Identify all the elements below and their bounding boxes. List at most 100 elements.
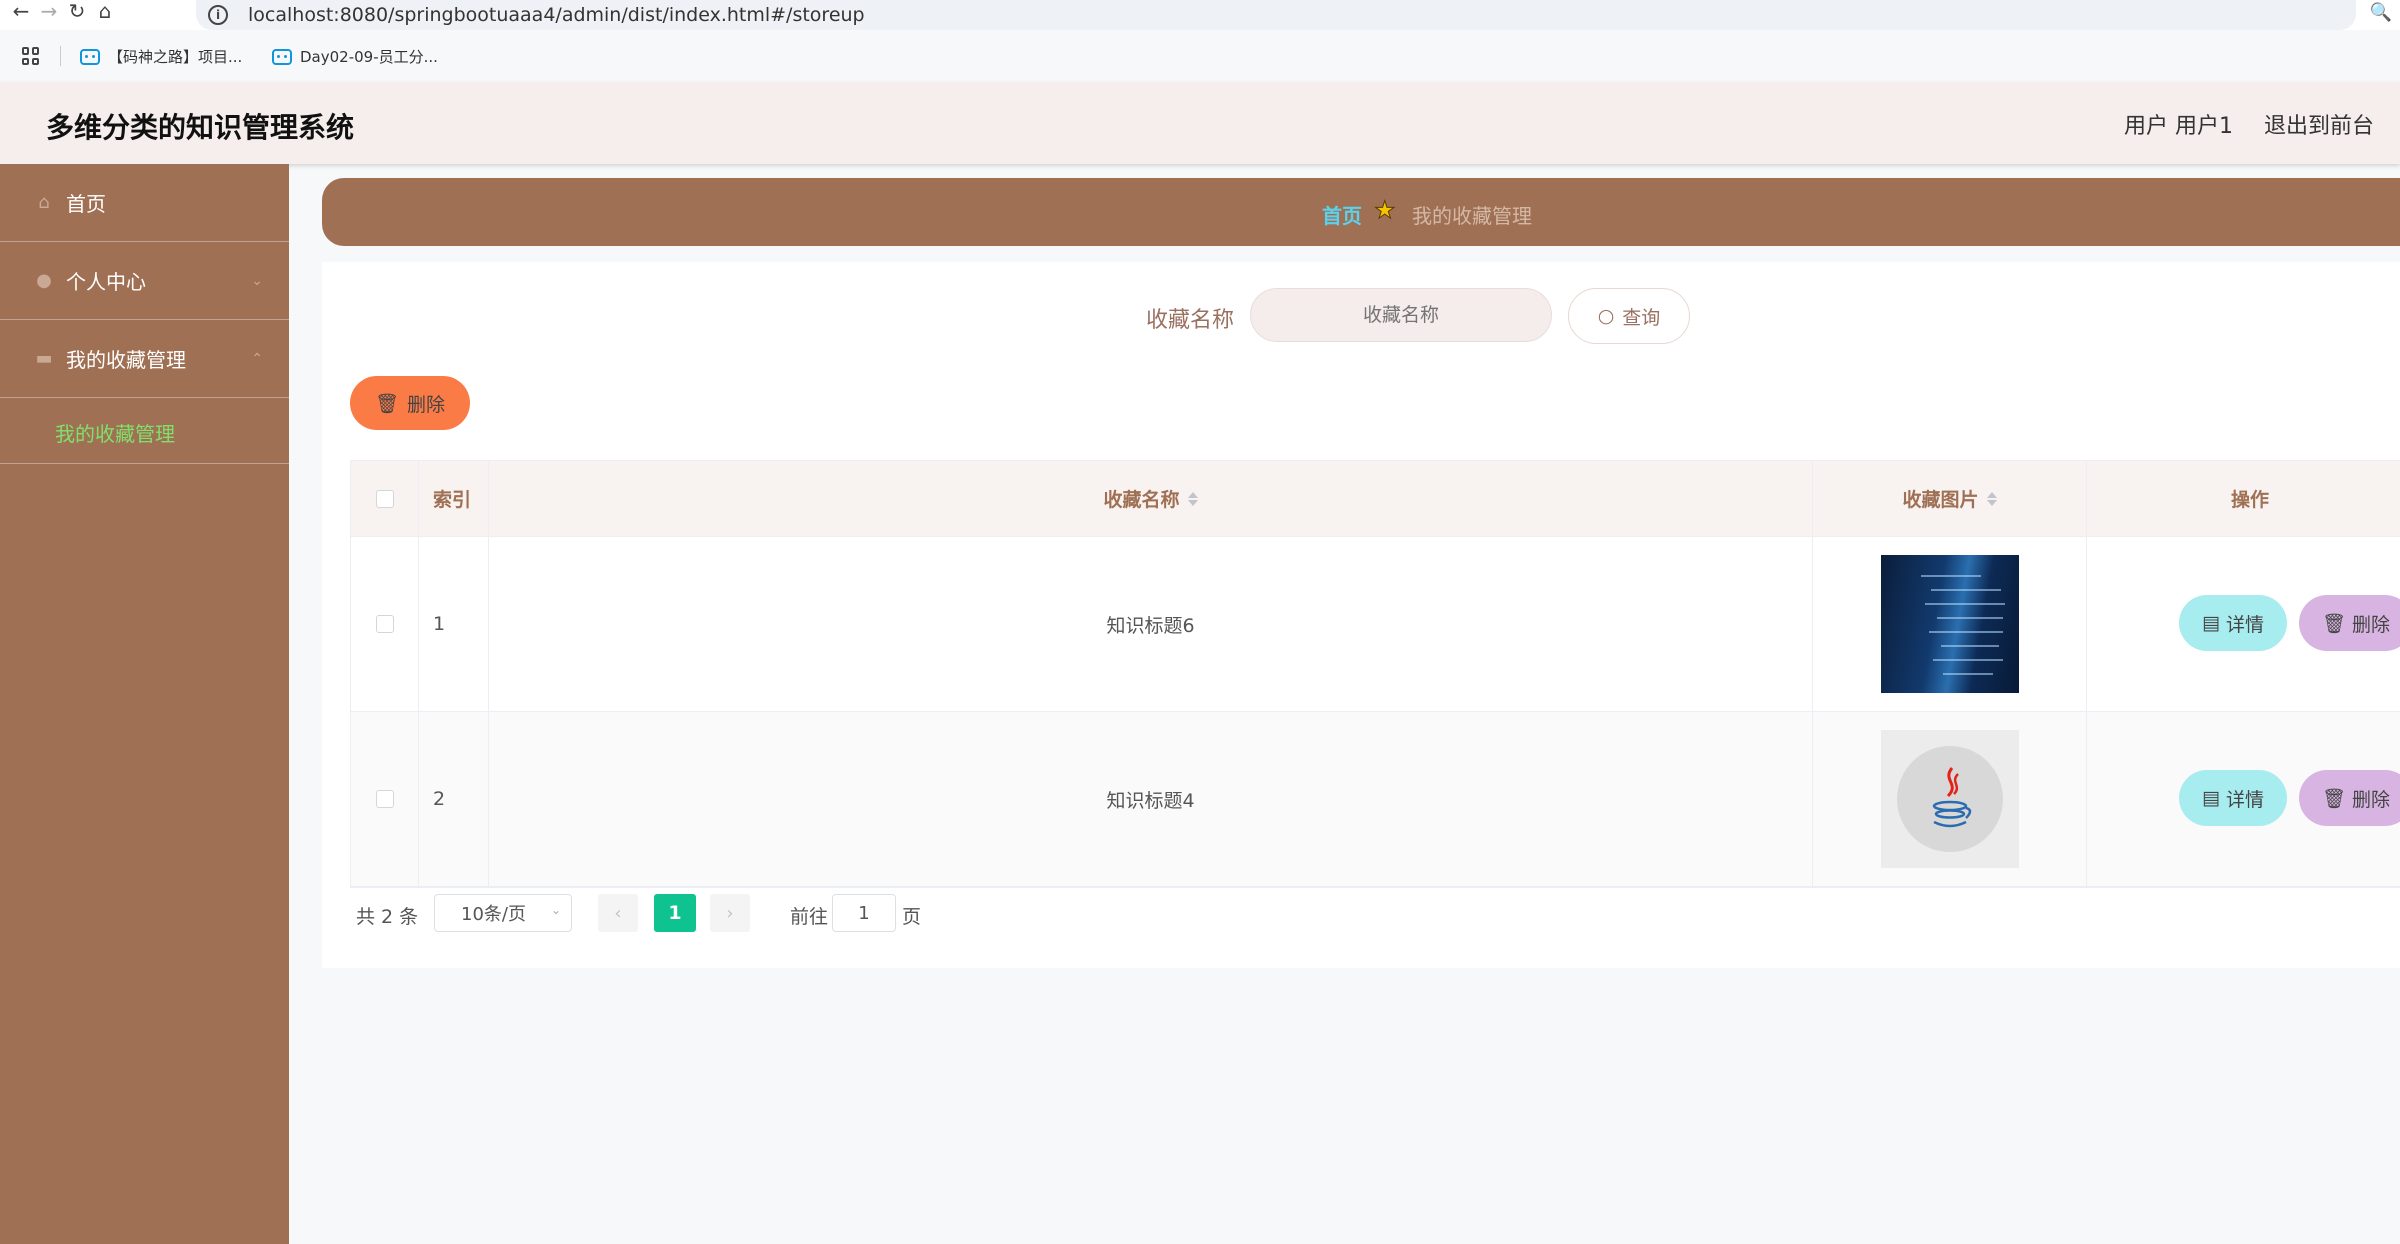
sort-icon[interactable] xyxy=(1187,491,1198,506)
pagination: 共 2 条 10条/页 ⌄ ‹ 1 › 前往 页 xyxy=(322,894,1222,934)
document-icon: ▤ xyxy=(2202,787,2220,809)
delete-label: 删除 xyxy=(2352,613,2391,636)
next-page-button[interactable]: › xyxy=(710,894,750,932)
zoom-icon[interactable]: 🔍 xyxy=(2370,2,2392,23)
trash-icon: 🗑 xyxy=(374,392,400,415)
app-header: 多维分类的知识管理系统 用户 用户1 退出到前台 xyxy=(0,82,2400,164)
home-browser-icon[interactable]: ⌂ xyxy=(90,0,120,23)
monitor-icon: ▬ xyxy=(35,348,53,369)
search-icon: ○ xyxy=(1597,305,1615,327)
detail-button[interactable]: ▤ 详情 xyxy=(2179,770,2287,826)
header-ops: 操作 xyxy=(2230,489,2269,511)
bilibili-icon xyxy=(80,48,100,65)
delete-label: 删除 xyxy=(2352,788,2391,811)
sidebar-subitem-label: 我的收藏管理 xyxy=(55,422,175,446)
search-input[interactable] xyxy=(1250,288,1552,342)
code-screen-image[interactable] xyxy=(1880,555,2019,693)
row-index: 2 xyxy=(419,712,489,886)
breadcrumb-home[interactable]: 首页 xyxy=(1322,200,1362,229)
batch-delete-label: 删除 xyxy=(407,393,446,416)
page-unit-label: 页 xyxy=(902,906,922,928)
search-label: 收藏名称 xyxy=(1146,308,1235,333)
main-card: 收藏名称 ○ 查询 🗑 删除 索引 收藏名称 收藏图片 操作 1 知识标题6 xyxy=(322,262,2400,968)
header-checkbox-cell xyxy=(351,461,419,536)
detail-label: 详情 xyxy=(2225,788,2264,811)
row-checkbox[interactable] xyxy=(375,790,394,808)
app-title: 多维分类的知识管理系统 xyxy=(46,111,355,144)
bookmark-item[interactable]: 【码神之路】项目... xyxy=(80,46,242,67)
sidebar-item-label: 我的收藏管理 xyxy=(66,348,186,372)
total-count: 共 2 条 xyxy=(356,906,419,928)
page-size-select[interactable]: 10条/页 ⌄ xyxy=(434,894,572,932)
favorites-table: 索引 收藏名称 收藏图片 操作 1 知识标题6 ▤ 详情 🗑 删除 2 知识标题… xyxy=(350,460,2400,888)
chevron-up-icon: ⌃ xyxy=(251,350,263,367)
reload-icon[interactable]: ↻ xyxy=(62,0,92,23)
breadcrumb-current: 我的收藏管理 xyxy=(1412,204,1532,228)
sidebar-item-personal-center[interactable]: ● 个人中心 ⌄ xyxy=(0,242,289,320)
sidebar-subitem-favorites[interactable]: 我的收藏管理 xyxy=(0,398,289,464)
row-index: 1 xyxy=(419,537,489,711)
browser-toolbar: ← → ↻ ⌂ i localhost:8080/springbootuaaa4… xyxy=(0,0,2400,30)
address-bar[interactable]: i localhost:8080/springbootuaaa4/admin/d… xyxy=(196,0,2356,30)
row-name: 知识标题6 xyxy=(489,537,1813,711)
header-name-label: 收藏名称 xyxy=(1103,489,1180,511)
detail-button[interactable]: ▤ 详情 xyxy=(2179,595,2287,651)
trash-icon: 🗑 xyxy=(2321,612,2347,635)
sidebar: ⌂ 首页 ● 个人中心 ⌄ ▬ 我的收藏管理 ⌃ 我的收藏管理 xyxy=(0,164,289,1244)
sidebar-item-favorites[interactable]: ▬ 我的收藏管理 ⌃ xyxy=(0,320,289,398)
row-image-cell xyxy=(1813,537,2087,711)
chevron-down-icon: ⌄ xyxy=(251,272,263,289)
chevron-down-icon: ⌄ xyxy=(550,903,561,917)
sidebar-item-label: 个人中心 xyxy=(66,270,146,294)
batch-delete-button[interactable]: 🗑 删除 xyxy=(350,376,470,430)
star-icon: ★ xyxy=(1374,196,1396,225)
exit-to-frontend-link[interactable]: 退出到前台 xyxy=(2264,108,2374,140)
java-cup-icon xyxy=(1896,746,2003,852)
search-button[interactable]: ○ 查询 xyxy=(1568,288,1690,344)
forward-icon[interactable]: → xyxy=(34,0,64,23)
table-header-row: 索引 收藏名称 收藏图片 操作 xyxy=(351,461,2400,537)
java-logo-image[interactable] xyxy=(1880,730,2019,868)
prev-page-button[interactable]: ‹ xyxy=(598,894,638,932)
row-checkbox[interactable] xyxy=(375,615,394,633)
sidebar-item-home[interactable]: ⌂ 首页 xyxy=(0,164,289,242)
row-name: 知识标题4 xyxy=(489,712,1813,886)
goto-page-input[interactable] xyxy=(832,894,896,932)
document-icon: ▤ xyxy=(2202,612,2220,634)
goto-label: 前往 xyxy=(790,906,829,928)
bookmark-item[interactable]: Day02-09-员工分... xyxy=(272,46,438,67)
detail-label: 详情 xyxy=(2225,613,2264,636)
bilibili-icon xyxy=(272,48,292,65)
header-index: 索引 xyxy=(419,461,489,536)
bookmark-separator xyxy=(60,46,61,66)
bookmark-label: Day02-09-员工分... xyxy=(300,48,438,66)
row-ops: ▤ 详情 🗑 删除 xyxy=(2087,712,2400,886)
apps-grid-icon[interactable] xyxy=(22,47,40,65)
row-ops: ▤ 详情 🗑 删除 xyxy=(2087,537,2400,711)
url-text[interactable]: localhost:8080/springbootuaaa4/admin/dis… xyxy=(248,4,865,26)
home-icon: ⌂ xyxy=(38,192,50,213)
table-row: 2 知识标题4 ▤ 详情 🗑 删除 xyxy=(351,712,2400,887)
back-icon[interactable]: ← xyxy=(6,0,36,23)
current-user[interactable]: 用户 用户1 xyxy=(2124,108,2233,140)
page-size-value: 10条/页 xyxy=(461,904,526,925)
table-row: 1 知识标题6 ▤ 详情 🗑 删除 xyxy=(351,537,2400,712)
breadcrumb: 首页 ★ 我的收藏管理 xyxy=(322,178,2400,246)
sort-icon[interactable] xyxy=(1986,491,1997,506)
row-image-cell xyxy=(1813,712,2087,886)
info-icon[interactable]: i xyxy=(208,5,228,25)
header-image[interactable]: 收藏图片 xyxy=(1813,461,2087,536)
delete-button[interactable]: 🗑 删除 xyxy=(2299,770,2400,826)
trash-icon: 🗑 xyxy=(2321,787,2347,810)
delete-button[interactable]: 🗑 删除 xyxy=(2299,595,2400,651)
sidebar-item-label: 首页 xyxy=(66,192,106,216)
search-button-label: 查询 xyxy=(1622,306,1661,329)
bookmark-label: 【码神之路】项目... xyxy=(108,48,243,66)
row-checkbox-cell xyxy=(351,537,419,711)
page-number-current[interactable]: 1 xyxy=(654,894,696,932)
header-name[interactable]: 收藏名称 xyxy=(489,461,1813,536)
row-checkbox-cell xyxy=(351,712,419,886)
header-image-label: 收藏图片 xyxy=(1902,489,1979,511)
user-icon: ● xyxy=(36,270,52,291)
select-all-checkbox[interactable] xyxy=(375,489,394,508)
